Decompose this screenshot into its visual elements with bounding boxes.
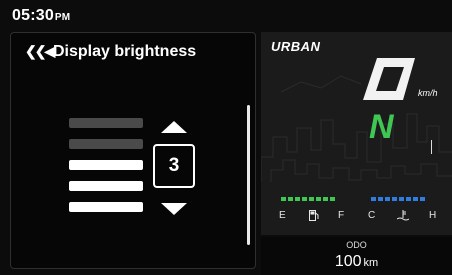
- odometer-unit: km: [363, 257, 379, 269]
- fuel-segment: [302, 197, 307, 201]
- odometer-value: 100: [334, 253, 362, 270]
- speed-unit: km/h: [418, 88, 438, 98]
- gear-indicator: N: [369, 108, 394, 146]
- fuel-empty-label: E: [279, 210, 286, 221]
- level-bar-5: [69, 118, 143, 128]
- fuel-pump-icon: [309, 210, 319, 221]
- fuel-segment: [295, 197, 300, 201]
- triple-chevron-left-icon: ❮❮◀: [25, 43, 55, 59]
- instrument-cluster: URBAN km/h N E F C H: [261, 32, 452, 235]
- temperature-cold-label: C: [368, 210, 376, 221]
- clock-ampm: PM: [54, 12, 71, 23]
- panel-title: Display brightness: [53, 43, 197, 60]
- odometer-panel: ODO 100 km: [261, 237, 452, 275]
- temperature-segment: [378, 197, 383, 201]
- temperature-segment: [371, 197, 376, 201]
- temperature-segment: [392, 197, 397, 201]
- odometer-reading: 100 km: [261, 253, 452, 271]
- temperature-segment: [406, 197, 411, 201]
- clock: 05:30PM: [12, 7, 70, 25]
- temperature-hot-label: H: [429, 210, 437, 221]
- level-bar-3: [69, 160, 143, 170]
- fuel-segment: [309, 197, 314, 201]
- temperature-segment: [413, 197, 418, 201]
- status-bar: 05:30PM: [0, 0, 452, 28]
- triangle-up-icon[interactable]: [161, 121, 187, 133]
- indicator-tick: [431, 140, 432, 154]
- temperature-segment: [399, 197, 404, 201]
- brightness-settings-panel: ❮❮◀ Display brightness 3: [10, 32, 256, 269]
- back-button[interactable]: ❮❮◀: [25, 43, 55, 60]
- odometer-label: ODO: [346, 240, 367, 250]
- coolant-temperature-icon: [397, 210, 409, 221]
- fuel-segment: [316, 197, 321, 201]
- fuel-full-label: F: [338, 210, 345, 221]
- fuel-segment: [330, 197, 335, 201]
- level-bar-2: [69, 181, 143, 191]
- scrollbar[interactable]: [247, 105, 250, 245]
- level-bar-4: [69, 139, 143, 149]
- fuel-segment: [288, 197, 293, 201]
- city-skyline-background: [261, 75, 452, 182]
- fuel-segment: [281, 197, 286, 201]
- brightness-value: 3: [153, 144, 195, 188]
- speed-digit-0: [363, 58, 415, 100]
- temperature-segment: [385, 197, 390, 201]
- temperature-segment: [420, 197, 425, 201]
- clock-time: 05:30: [12, 7, 54, 24]
- triangle-down-icon[interactable]: [161, 203, 187, 215]
- ride-mode-label: URBAN: [271, 39, 321, 54]
- level-bar-1: [69, 202, 143, 212]
- fuel-segment: [323, 197, 328, 201]
